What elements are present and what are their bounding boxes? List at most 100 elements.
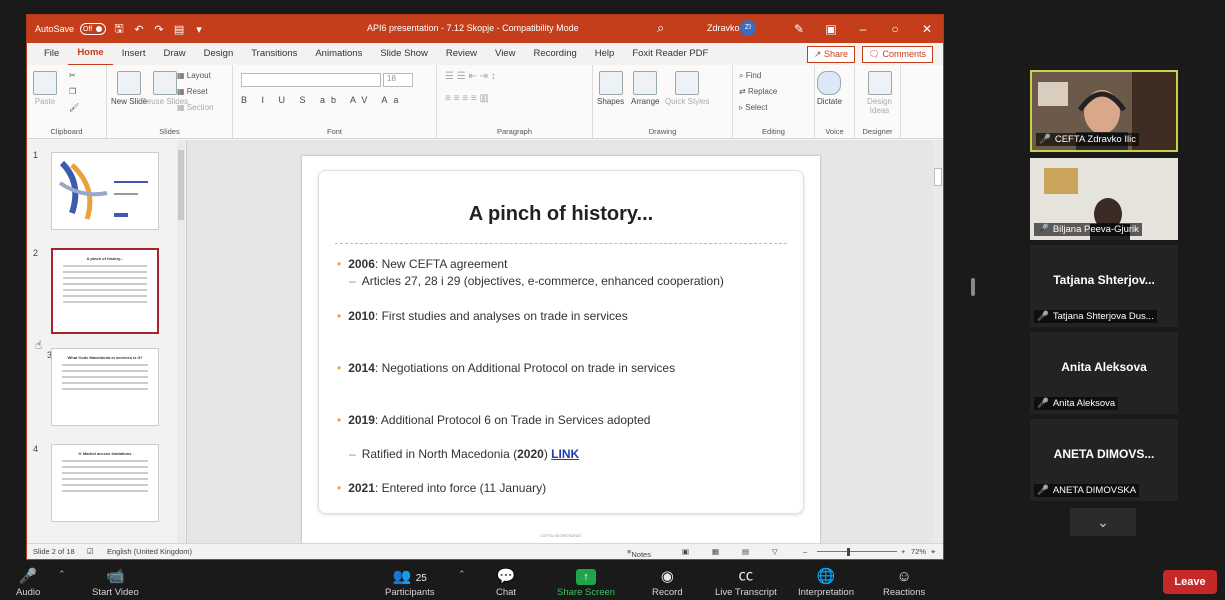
- zoom-slider-handle[interactable]: [847, 548, 850, 556]
- reactions-button[interactable]: ☺ Reactions: [883, 568, 925, 598]
- section-button[interactable]: ▦ Section: [177, 103, 213, 112]
- participant-tile[interactable]: 🎤 CEFTA Zdravko Ilic: [1030, 70, 1178, 152]
- notes-button[interactable]: ≡ Notes: [627, 547, 651, 559]
- zoom-level[interactable]: 72%: [911, 547, 926, 556]
- voice-group: Dictate Voice: [815, 65, 855, 138]
- tab-slide-show[interactable]: Slide Show: [371, 43, 437, 65]
- start-video-button[interactable]: 📹 Start Video: [92, 567, 139, 598]
- share-screen-button[interactable]: ↑ Share Screen: [557, 569, 615, 598]
- save-icon[interactable]: 🖫: [112, 20, 126, 39]
- close-icon[interactable]: ✕: [911, 15, 943, 43]
- language-status[interactable]: English (United Kingdom): [107, 547, 192, 556]
- thumbnail-title: What Code Macedonia in services is it?: [67, 355, 143, 360]
- more-participants-button[interactable]: ⌄: [1070, 508, 1136, 536]
- bullets-icon[interactable]: ☰ ☰ ⇤ ⇥ ↕: [445, 71, 496, 82]
- shapes-button[interactable]: Shapes: [597, 71, 624, 106]
- tab-file[interactable]: File: [35, 43, 68, 65]
- paragraph-label: Paragraph: [496, 127, 533, 136]
- participants-options-caret-icon[interactable]: ⌃: [458, 569, 466, 580]
- quick-styles-button[interactable]: Quick Styles: [665, 71, 709, 106]
- work-area: 1 2 A pinch of history... ☝ 3 What Code …: [27, 140, 943, 546]
- leave-button[interactable]: Leave: [1163, 570, 1217, 594]
- slide-counter: Slide 2 of 18: [33, 547, 75, 556]
- participant-tile[interactable]: Tatjana Shterjov... 🎤 Tatjana Shterjova D…: [1030, 245, 1178, 327]
- slideshow-icon[interactable]: ▽: [772, 547, 778, 556]
- record-button[interactable]: ◉ Record: [652, 567, 683, 598]
- slide-sorter-icon[interactable]: ▦: [712, 547, 719, 556]
- normal-view-icon[interactable]: ▣: [682, 547, 689, 556]
- pen-icon[interactable]: ✎: [783, 15, 815, 43]
- restore-icon[interactable]: ○: [879, 15, 911, 43]
- bullet-item: • 2006: New CEFTA agreement: [337, 257, 508, 271]
- participant-tile[interactable]: ANETA DIMOVS... 🎤 ANETA DIMOVSKA: [1030, 419, 1178, 501]
- thumbnail-number: 4: [33, 444, 39, 454]
- panel-resize-handle[interactable]: [971, 278, 975, 296]
- zoom-in-icon[interactable]: +: [901, 547, 905, 556]
- user-avatar[interactable]: ZI: [740, 20, 756, 36]
- tab-review[interactable]: Review: [437, 43, 486, 65]
- present-icon[interactable]: ▤: [172, 23, 186, 36]
- tab-transitions[interactable]: Transitions: [242, 43, 306, 65]
- tab-draw[interactable]: Draw: [154, 43, 194, 65]
- design-ideas-icon: [867, 71, 892, 95]
- thumbnail-scrollbar[interactable]: [177, 140, 185, 543]
- live-transcript-button[interactable]: ㏄ Live Transcript: [715, 564, 777, 598]
- copy-icon[interactable]: ❐: [69, 87, 76, 96]
- audio-options-caret-icon[interactable]: ⌃: [58, 569, 66, 580]
- font-size-input[interactable]: 18: [383, 73, 413, 87]
- find-button[interactable]: ⌕ Find: [739, 71, 761, 81]
- tab-home[interactable]: Home: [68, 42, 113, 66]
- font-family-input[interactable]: [241, 73, 381, 87]
- zoom-out-icon[interactable]: –: [803, 547, 807, 556]
- tab-help[interactable]: Help: [586, 43, 624, 65]
- share-button[interactable]: ↗ Share: [806, 46, 855, 63]
- zoom-slider[interactable]: [817, 551, 897, 552]
- tab-recording[interactable]: Recording: [524, 43, 585, 65]
- alignment-icon[interactable]: ≡ ≡ ≡ ≡ ▥: [445, 93, 489, 104]
- tab-insert[interactable]: Insert: [113, 43, 155, 65]
- slide-thumbnail-2[interactable]: A pinch of history...: [51, 248, 159, 334]
- slide-canvas[interactable]: A pinch of history... • 2006: New CEFTA a…: [302, 156, 820, 546]
- tab-view[interactable]: View: [486, 43, 524, 65]
- quick-styles-icon: [675, 71, 700, 95]
- replace-button[interactable]: ⇄ Replace: [739, 87, 777, 96]
- ratification-link[interactable]: LINK: [551, 447, 579, 461]
- layout-button[interactable]: ▦ Layout: [177, 71, 211, 80]
- interpretation-button[interactable]: 🌐 Interpretation: [798, 567, 854, 598]
- spellcheck-icon[interactable]: ☑: [87, 547, 94, 556]
- comments-button[interactable]: 🗨 Comments: [861, 46, 933, 63]
- dictate-button[interactable]: Dictate: [817, 71, 842, 106]
- participants-button[interactable]: 👥 25 Participants: [385, 567, 435, 598]
- participant-display-name: Anita Aleksova: [1061, 360, 1147, 374]
- search-icon[interactable]: ⌕: [657, 20, 664, 36]
- tab-foxit-reader-pdf[interactable]: Foxit Reader PDF: [623, 43, 717, 65]
- fit-slide-icon[interactable]: ⌖: [931, 547, 935, 557]
- arrange-button[interactable]: Arrange: [631, 71, 659, 106]
- participant-tile[interactable]: 🎤 Biljana Peeva-Gjurik: [1030, 158, 1178, 240]
- tab-animations[interactable]: Animations: [306, 43, 371, 65]
- reset-button[interactable]: ▦ Reset: [177, 87, 208, 96]
- slide-scrollbar[interactable]: [933, 140, 943, 543]
- slide-thumbnail-4[interactable]: II. Market access limitations: [51, 444, 159, 522]
- customize-toolbar-icon[interactable]: ▾: [192, 23, 206, 36]
- reading-view-icon[interactable]: ▤: [742, 547, 749, 556]
- format-painter-icon[interactable]: 🖌: [69, 103, 79, 112]
- design-ideas-button[interactable]: Design Ideas: [859, 71, 900, 115]
- participant-tile[interactable]: Anita Aleksova 🎤 Anita Aleksova: [1030, 332, 1178, 414]
- audio-button[interactable]: 🎤 Audio: [16, 567, 40, 598]
- select-button[interactable]: ▹ Select: [739, 103, 767, 112]
- participant-name-label: 🎤 Biljana Peeva-Gjurik: [1034, 223, 1142, 236]
- font-format-buttons[interactable]: B I U S ab AV Aa: [241, 95, 404, 105]
- slide-thumbnail-1[interactable]: [51, 152, 159, 230]
- autosave-toggle[interactable]: Off: [80, 23, 107, 35]
- tab-design[interactable]: Design: [195, 43, 243, 65]
- redo-icon[interactable]: ↷: [152, 23, 166, 36]
- ribbon-display-icon[interactable]: ▣: [815, 15, 847, 43]
- slide-thumbnail-3[interactable]: What Code Macedonia in services is it?: [51, 348, 159, 426]
- minimize-icon[interactable]: –: [847, 15, 879, 43]
- chat-button[interactable]: 💬 Chat: [496, 567, 516, 598]
- clipboard-label: Clipboard: [50, 127, 83, 136]
- paste-button[interactable]: Paste: [33, 71, 57, 106]
- cut-icon[interactable]: ✂: [69, 71, 76, 80]
- undo-icon[interactable]: ↶: [132, 23, 146, 36]
